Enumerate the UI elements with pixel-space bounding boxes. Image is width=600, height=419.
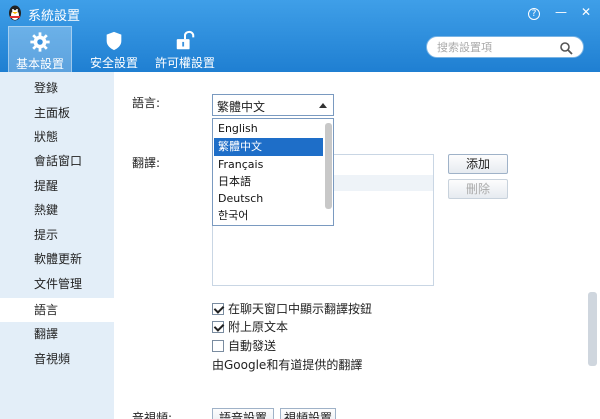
language-dropdown[interactable]: English 繁體中文 Français 日本語 Deutsch 한국어 — [212, 118, 334, 226]
help-button[interactable]: ? — [524, 3, 544, 21]
language-option-japanese[interactable]: 日本語 — [214, 173, 323, 191]
language-option-traditional-chinese[interactable]: 繁體中文 — [214, 138, 323, 156]
checkbox-label: 自動發送 — [228, 339, 277, 353]
audio-video-label: 音視頻: — [132, 411, 173, 419]
tab-security-settings[interactable]: 安全設置 — [84, 26, 144, 72]
search-icon[interactable] — [559, 41, 573, 55]
tab-label: 安全設置 — [89, 56, 138, 70]
search-input[interactable] — [437, 39, 555, 55]
language-option-german[interactable]: Deutsch — [214, 190, 323, 208]
sidebar-item-file-management[interactable]: 文件管理 — [0, 272, 114, 296]
sidebar-item-reminder[interactable]: 提醒 — [0, 174, 114, 198]
sidebar-item-software-update[interactable]: 軟體更新 — [0, 247, 114, 271]
sidebar-item-main-panel[interactable]: 主面板 — [0, 101, 114, 125]
video-settings-button[interactable]: 視頻設置 — [280, 408, 336, 419]
sidebar: 登錄 主面板 狀態 會話窗口 提醒 熱鍵 提示 軟體更新 文件管理 語言 翻譯 … — [0, 72, 114, 419]
search-box[interactable] — [426, 36, 584, 58]
language-select-value: 繁體中文 — [217, 100, 266, 114]
help-icon: ? — [528, 8, 540, 20]
sidebar-item-status[interactable]: 狀態 — [0, 125, 114, 149]
delete-button[interactable]: 刪除 — [448, 179, 508, 199]
shield-icon — [106, 31, 122, 51]
language-option-english[interactable]: English — [214, 120, 323, 138]
checkbox-unchecked[interactable] — [212, 340, 224, 352]
voice-settings-button[interactable]: 語音設置 — [212, 408, 274, 419]
language-option-korean[interactable]: 한국어 — [214, 207, 323, 225]
header-bar: 系統設置 ? — ✕ 基本設置 安全設置 許可權設置 搜索設置項 — [0, 0, 600, 72]
translation-label: 翻譯: — [132, 156, 161, 170]
sidebar-item-translation[interactable]: 翻譯 — [0, 322, 114, 346]
language-label: 語言: — [132, 96, 161, 110]
tab-basic-settings[interactable]: 基本設置 — [8, 26, 72, 72]
sidebar-item-chat-window[interactable]: 會話窗口 — [0, 149, 114, 173]
settings-panel: 語言: 繁體中文 English 繁體中文 Français 日本語 Deuts… — [114, 72, 600, 419]
checkbox-checked[interactable] — [212, 303, 224, 315]
sidebar-item-tips[interactable]: 提示 — [0, 223, 114, 247]
checkbox-label: 附上原文本 — [228, 320, 289, 334]
sidebar-item-audio-video[interactable]: 音視頻 — [0, 347, 114, 371]
chevron-up-icon — [319, 103, 327, 108]
minimize-button[interactable]: — — [551, 3, 571, 21]
tab-label: 基本設置 — [15, 57, 64, 71]
window-title: 系統設置 — [28, 9, 81, 24]
tab-label: 許可權設置 — [154, 56, 215, 70]
translation-provider-note: 由Google和有道提供的翻譯 — [212, 358, 363, 372]
main-scrollbar[interactable] — [588, 292, 597, 366]
checkbox-checked[interactable] — [212, 321, 224, 333]
gear-icon — [30, 32, 50, 52]
sidebar-item-language[interactable]: 語言 — [0, 298, 114, 322]
sidebar-item-login[interactable]: 登錄 — [0, 76, 114, 100]
unlock-icon — [176, 30, 195, 50]
language-select[interactable]: 繁體中文 — [212, 94, 334, 116]
close-button[interactable]: ✕ — [576, 3, 596, 21]
sidebar-item-hotkeys[interactable]: 熱鍵 — [0, 198, 114, 222]
add-button[interactable]: 添加 — [448, 154, 508, 174]
penguin-icon — [9, 5, 21, 21]
checkbox-label: 在聊天窗口中顯示翻譯按鈕 — [228, 302, 373, 316]
language-option-french[interactable]: Français — [214, 156, 323, 174]
dropdown-scrollbar[interactable] — [325, 123, 332, 209]
tab-permission-settings[interactable]: 許可權設置 — [150, 26, 220, 72]
title-bar: 系統設置 ? — ✕ — [0, 0, 600, 26]
